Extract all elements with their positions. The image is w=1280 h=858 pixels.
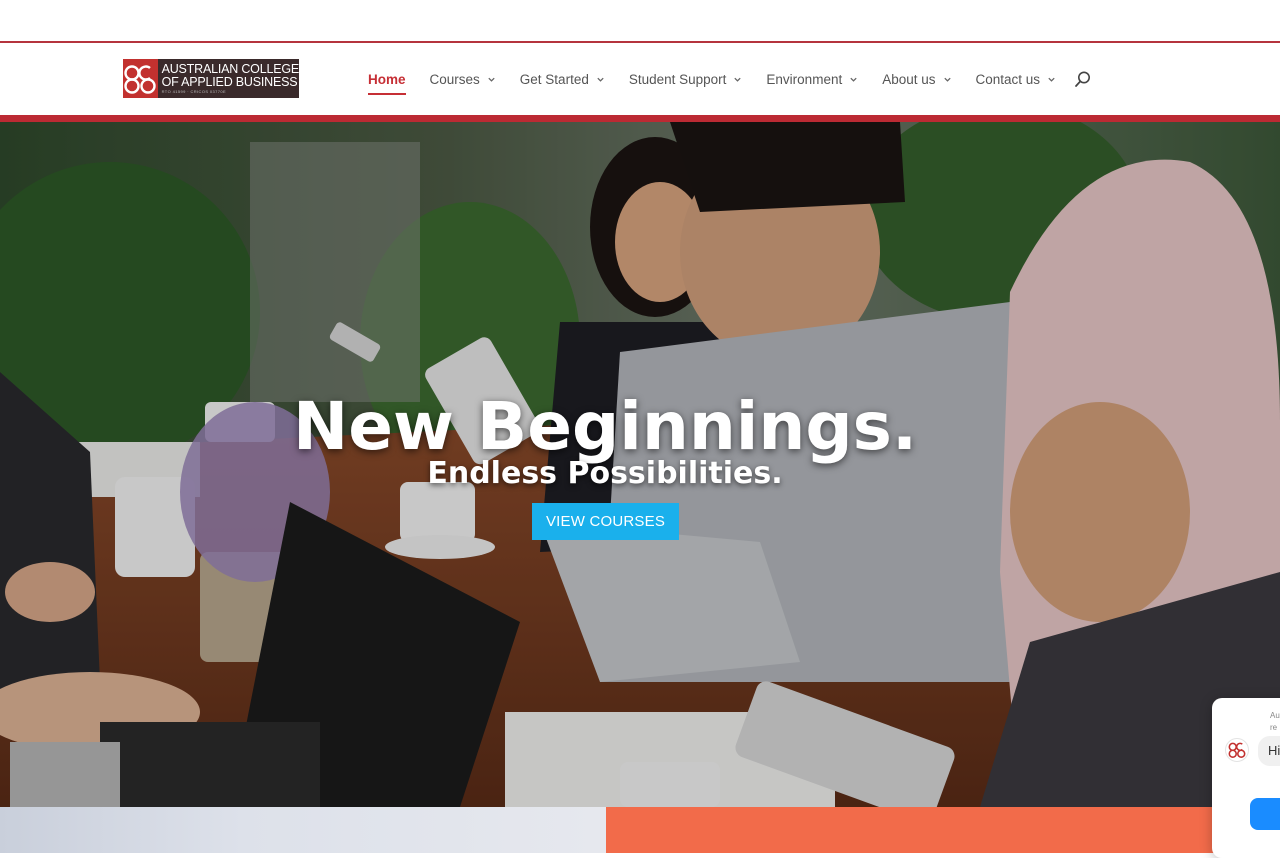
logo-tagline: RTO 41599 · CRICOS 03770E xyxy=(161,89,227,94)
chat-meta-line-1: Au xyxy=(1270,711,1280,720)
nav-item-student-support[interactable]: Student Support xyxy=(629,43,743,115)
nav-label: Student Support xyxy=(628,71,727,87)
nav-label: Get Started xyxy=(519,71,589,87)
top-strip xyxy=(0,0,1280,41)
chat-meta: Au re xyxy=(1270,710,1280,734)
nav-item-contact-us[interactable]: Contact us xyxy=(976,43,1057,115)
hero-subtitle: Endless Possibilities. xyxy=(427,456,783,491)
chevron-down-icon xyxy=(488,77,495,82)
site-header: AUSTRALIAN COLLEGE OF APPLIED BUSINESS R… xyxy=(0,43,1280,115)
nav-item-about-us[interactable]: About us xyxy=(882,43,951,115)
chat-avatar xyxy=(1225,738,1249,762)
chevron-down-icon xyxy=(943,77,951,82)
feature-panel-right xyxy=(606,807,1280,853)
chat-open-button[interactable] xyxy=(1250,798,1280,830)
chat-meta-line-2: re xyxy=(1270,723,1278,732)
nav-label: Contact us xyxy=(975,71,1041,87)
nav-item-environment[interactable]: Environment xyxy=(766,43,858,115)
logo-line-1: AUSTRALIAN COLLEGE xyxy=(161,62,300,76)
nav-label: Courses xyxy=(429,71,480,87)
header-accent-band xyxy=(0,115,1280,122)
nav-label: About us xyxy=(882,71,936,87)
feature-panel-left xyxy=(0,807,606,853)
chat-widget[interactable]: Au re Hi xyxy=(1212,698,1280,858)
nav-label: Environment xyxy=(766,71,843,87)
hero-title: New Beginnings. xyxy=(292,388,918,465)
hero-banner: New Beginnings. Endless Possibilities. V… xyxy=(0,122,1280,807)
chevron-down-icon xyxy=(1048,77,1055,82)
nav-item-home[interactable]: Home xyxy=(368,43,406,115)
chevron-down-icon xyxy=(850,77,857,82)
view-courses-button[interactable]: VIEW COURSES xyxy=(532,503,679,540)
nav-label: Home xyxy=(368,71,406,87)
acab-logo-icon xyxy=(123,59,158,98)
nav-item-get-started[interactable]: Get Started xyxy=(520,43,605,115)
chevron-down-icon xyxy=(597,77,604,82)
search-icon[interactable] xyxy=(1074,70,1092,88)
chevron-down-icon xyxy=(734,77,742,82)
nav-item-courses[interactable]: Courses xyxy=(430,43,496,115)
logo-line-2: OF APPLIED BUSINESS xyxy=(161,74,298,89)
site-logo[interactable]: AUSTRALIAN COLLEGE OF APPLIED BUSINESS R… xyxy=(123,59,299,98)
logo-text: AUSTRALIAN COLLEGE OF APPLIED BUSINESS R… xyxy=(158,62,300,94)
main-nav: Home Courses Get Started Student Support… xyxy=(368,43,1090,115)
acab-logo-icon xyxy=(1228,742,1246,758)
chat-greeting-bubble[interactable]: Hi xyxy=(1258,736,1280,766)
